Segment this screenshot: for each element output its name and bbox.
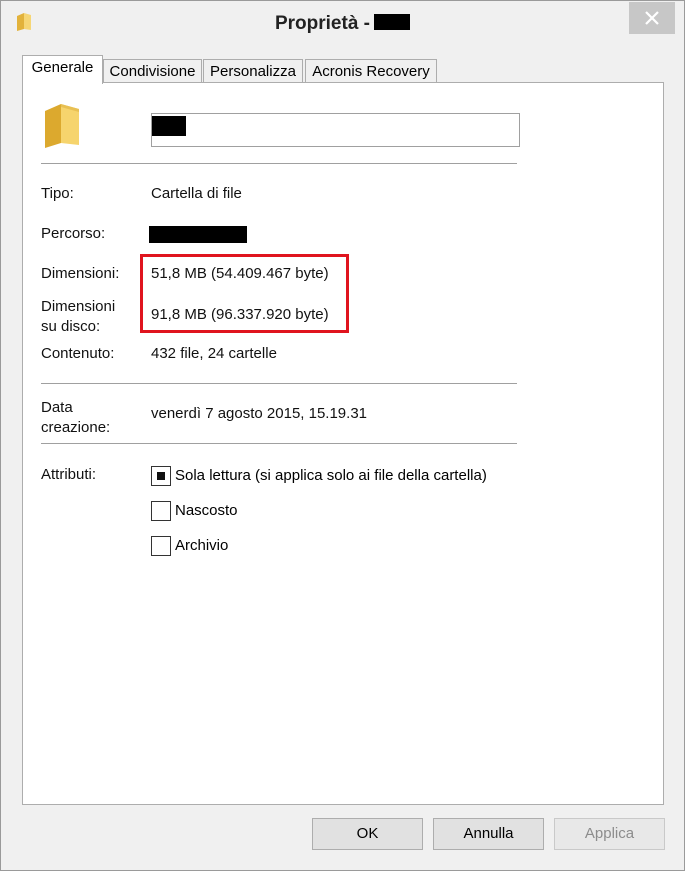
created-label-line2: creazione:: [41, 419, 111, 436]
type-value: Cartella di file: [151, 185, 242, 202]
separator: [41, 383, 517, 384]
disk-size-label-line2: su disco:: [41, 318, 101, 335]
redacted-folder-name: [152, 116, 186, 136]
attributes-label: Attributi:: [41, 466, 97, 483]
window-title: Proprietà -: [1, 13, 684, 35]
archive-label[interactable]: Archivio: [175, 536, 228, 556]
tab-acronis-recovery[interactable]: Acronis Recovery: [305, 59, 437, 83]
created-label-line1: Data: [41, 399, 73, 416]
highlight-box: [140, 254, 349, 333]
path-label: Percorso:: [41, 225, 106, 242]
archive-checkbox[interactable]: [151, 536, 171, 556]
redacted-path: [149, 226, 247, 243]
redacted-name: [374, 14, 411, 30]
tab-generale[interactable]: Generale: [22, 55, 103, 84]
disk-size-label-line1: Dimensioni: [41, 298, 116, 315]
type-label: Tipo:: [41, 185, 74, 202]
separator: [41, 443, 517, 444]
indeterminate-mark: [157, 472, 165, 480]
tab-personalizza[interactable]: Personalizza: [203, 59, 303, 83]
readonly-checkbox[interactable]: [151, 466, 171, 486]
separator: [41, 163, 517, 164]
size-label: Dimensioni:: [41, 265, 120, 282]
apply-button[interactable]: Applica: [554, 818, 665, 850]
created-value: venerdì 7 agosto 2015, 15.19.31: [151, 405, 368, 422]
folder-icon: [45, 104, 79, 148]
close-button[interactable]: [629, 2, 675, 34]
contents-label: Contenuto:: [41, 345, 115, 362]
properties-window: Proprietà - Generale Condivisione Person…: [0, 0, 685, 871]
folder-name-input[interactable]: [151, 113, 520, 147]
title-bar: Proprietà -: [1, 1, 684, 47]
contents-value: 432 file, 24 cartelle: [151, 345, 277, 362]
hidden-checkbox[interactable]: [151, 501, 171, 521]
hidden-label[interactable]: Nascosto: [175, 501, 238, 521]
cancel-button[interactable]: Annulla: [433, 818, 544, 850]
readonly-label[interactable]: Sola lettura (si applica solo ai file de…: [175, 466, 487, 486]
close-icon: [645, 11, 659, 25]
tab-condivisione[interactable]: Condivisione: [103, 59, 202, 83]
ok-button[interactable]: OK: [312, 818, 423, 850]
